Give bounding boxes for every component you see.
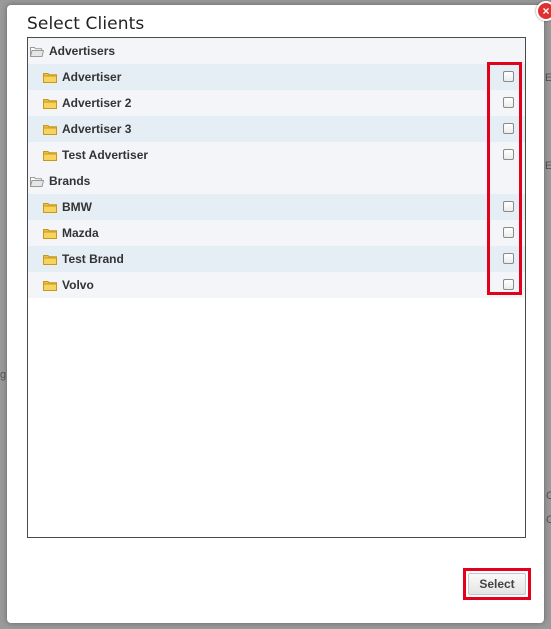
tree-item-label: Advertiser 2 xyxy=(62,96,132,110)
folder-open-icon xyxy=(29,176,45,187)
tree-group-label: Advertisers xyxy=(49,44,116,58)
tree-item-label: Test Advertiser xyxy=(62,148,149,162)
client-checkbox[interactable] xyxy=(503,97,514,108)
tree-item-row[interactable]: Advertiser xyxy=(28,64,525,90)
select-button-highlight-annotation: Select xyxy=(463,568,531,600)
client-checkbox[interactable] xyxy=(503,253,514,264)
background-fragment: E xyxy=(545,72,551,84)
close-button[interactable]: × xyxy=(536,1,551,21)
tree-item-row[interactable]: BMW xyxy=(28,194,525,220)
select-button[interactable]: Select xyxy=(468,573,526,595)
tree-item-row[interactable]: Advertiser 2 xyxy=(28,90,525,116)
client-checkbox[interactable] xyxy=(503,201,514,212)
background-fragment: g xyxy=(0,369,7,381)
tree-item-row[interactable]: Test Advertiser xyxy=(28,142,525,168)
client-checkbox[interactable] xyxy=(503,149,514,160)
tree-item-label: Test Brand xyxy=(62,252,124,266)
background-fragment: C xyxy=(546,490,551,502)
tree-item-label: Volvo xyxy=(62,278,94,292)
tree-item-label: Mazda xyxy=(62,226,99,240)
tree-item-row[interactable]: Mazda xyxy=(28,220,525,246)
tree-group-row[interactable]: Advertisers xyxy=(28,38,525,64)
tree-item-label: Advertiser 3 xyxy=(62,122,132,136)
tree-item-row[interactable]: Test Brand xyxy=(28,246,525,272)
background-fragment: E xyxy=(545,160,551,172)
folder-open-icon xyxy=(29,46,45,57)
tree-group-row[interactable]: Brands xyxy=(28,168,525,194)
folder-icon xyxy=(43,228,57,239)
tree-group-label: Brands xyxy=(49,174,91,188)
client-checkbox[interactable] xyxy=(503,123,514,134)
client-checkbox[interactable] xyxy=(503,71,514,82)
folder-icon xyxy=(43,124,57,135)
tree-item-row[interactable]: Volvo xyxy=(28,272,525,298)
folder-icon xyxy=(43,98,57,109)
folder-icon xyxy=(43,72,57,83)
tree-item-row[interactable]: Advertiser 3 xyxy=(28,116,525,142)
dialog-title: Select Clients xyxy=(27,14,145,34)
close-icon: × xyxy=(542,4,550,18)
background-fragment: C xyxy=(546,514,551,526)
folder-icon xyxy=(43,150,57,161)
client-checkbox[interactable] xyxy=(503,279,514,290)
tree-item-label: Advertiser xyxy=(62,70,122,84)
folder-icon xyxy=(43,254,57,265)
select-clients-dialog: Select Clients Advertisers Advertiser Adve… xyxy=(7,5,544,623)
folder-icon xyxy=(43,280,57,291)
clients-tree: Advertisers Advertiser Advertiser 2 Adverti… xyxy=(27,37,526,538)
folder-icon xyxy=(43,202,57,213)
tree-item-label: BMW xyxy=(62,200,92,214)
client-checkbox[interactable] xyxy=(503,227,514,238)
